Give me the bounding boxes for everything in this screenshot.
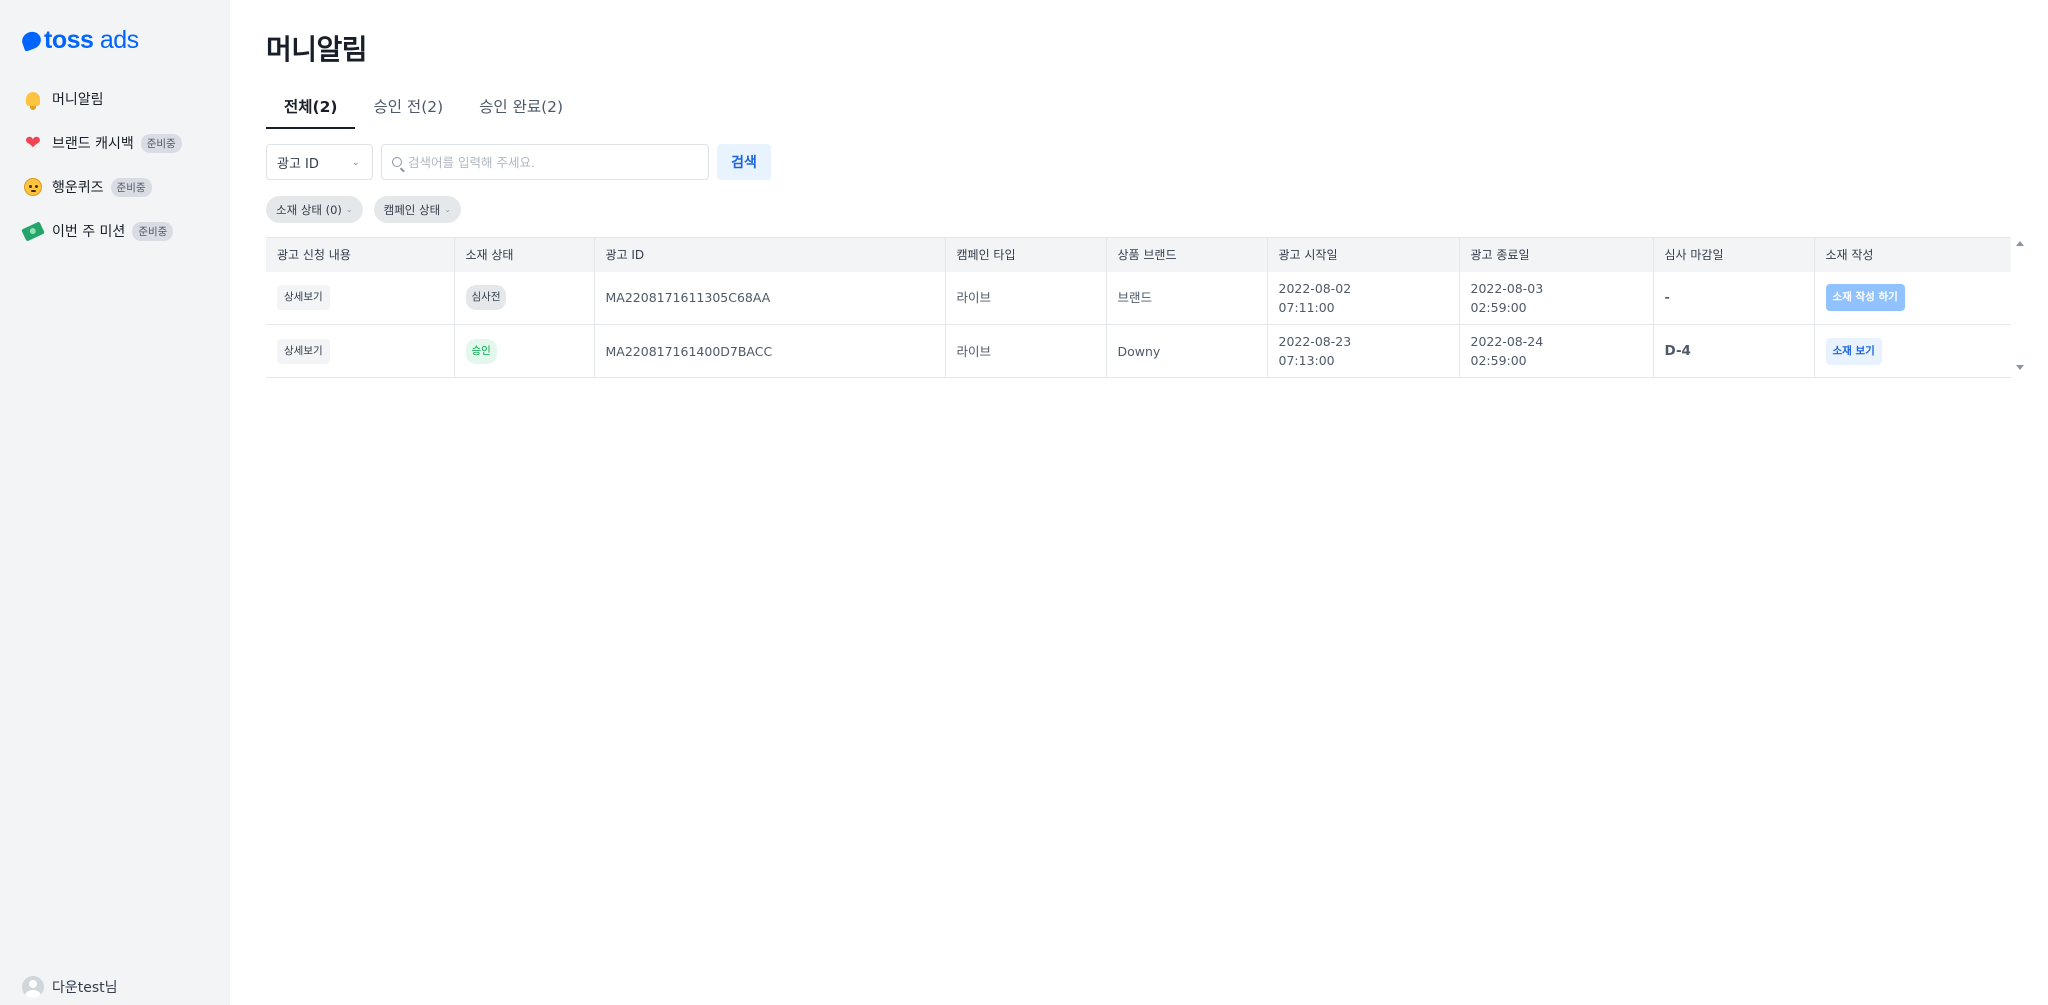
search-bar: 광고 ID ⌄ 검색 xyxy=(266,144,771,180)
chevron-down-icon: ⌄ xyxy=(345,205,353,214)
search-button[interactable]: 검색 xyxy=(717,144,771,180)
filter-chips: 소재 상태 (0) ⌄ 캠페인 상태 ⌄ xyxy=(266,196,461,223)
smile-face-icon xyxy=(22,176,44,198)
end-date: 2022-08-24 xyxy=(1470,334,1544,349)
cell-action: 소재 보기 xyxy=(1814,324,2011,378)
status-badge: 승인 xyxy=(465,338,497,364)
filter-material-status[interactable]: 소재 상태 (0) ⌄ xyxy=(266,196,363,223)
column-header: 광고 종료일 xyxy=(1459,237,1654,272)
sidebar-item-label: 행운퀴즈 xyxy=(52,180,104,196)
cell-campaign-type: 라이브 xyxy=(945,271,1107,325)
column-header: 상품 브랜드 xyxy=(1106,237,1268,272)
cell-deadline: - xyxy=(1653,271,1815,325)
deadline-value: - xyxy=(1664,288,1670,307)
tab-approved[interactable]: 승인 완료(2) xyxy=(461,88,581,129)
chevron-down-icon: ⌄ xyxy=(351,156,360,168)
user-profile[interactable]: 다운test님 xyxy=(22,976,118,998)
status-badge: 심사전 xyxy=(465,285,507,311)
tab-all[interactable]: 전체(2) xyxy=(266,88,356,129)
start-date: 2022-08-02 xyxy=(1278,280,1352,296)
ads-table: 광고 신청 내용 소재 상태 광고 ID 캠페인 타입 상품 브랜드 광고 시작… xyxy=(266,237,2011,378)
search-field-value: 광고 ID xyxy=(277,156,319,172)
bell-icon xyxy=(22,88,44,110)
sidebar-item-label: 브랜드 캐시백 xyxy=(52,136,134,152)
column-header: 소재 작성 xyxy=(1814,237,2011,272)
search-icon xyxy=(392,157,402,167)
ads-table-container: 광고 신청 내용 소재 상태 광고 ID 캠페인 타입 상품 브랜드 광고 시작… xyxy=(266,237,2026,378)
sidebar-item-money-alarm[interactable]: 머니알림 xyxy=(22,77,222,121)
search-box[interactable] xyxy=(381,144,709,180)
cell-campaign-type: 라이브 xyxy=(945,324,1107,378)
sidebar-item-weekly-mission[interactable]: 이번 주 미션 준비중 xyxy=(21,209,222,253)
filter-campaign-status[interactable]: 캠페인 상태 ⌄ xyxy=(373,196,461,223)
cell-action: 소재 작성 하기 xyxy=(1814,271,2011,325)
cell-start: 2022-08-23 07:13:00 xyxy=(1267,324,1460,378)
table-row: 상세보기 승인 MA220817161400D7BACC 라이브 Downy 2… xyxy=(266,324,2011,378)
cell-end: 2022-08-24 02:59:00 xyxy=(1459,324,1654,378)
sidebar-item-brand-cashback[interactable]: ❤ 브랜드 캐시백 준비중 xyxy=(22,121,222,165)
logo[interactable]: toss ads xyxy=(19,25,139,54)
cell-brand: 브랜드 xyxy=(1106,271,1268,325)
cell-detail: 상세보기 xyxy=(266,271,455,325)
table-row: 상세보기 심사전 MA2208171611305C68AA 라이브 브랜드 20… xyxy=(266,271,2011,325)
avatar xyxy=(22,976,44,998)
preparing-badge: 준비중 xyxy=(132,221,174,241)
sidebar-item-label: 머니알림 xyxy=(52,92,104,108)
table-header-row: 광고 신청 내용 소재 상태 광고 ID 캠페인 타입 상품 브랜드 광고 시작… xyxy=(266,237,2011,272)
cell-status: 심사전 xyxy=(454,271,595,325)
column-header: 소재 상태 xyxy=(454,237,595,272)
scroll-down-icon[interactable] xyxy=(2016,365,2024,370)
column-header: 캠페인 타입 xyxy=(945,237,1107,272)
column-header: 광고 ID xyxy=(594,237,946,272)
filter-label: 소재 상태 (0) xyxy=(276,202,342,217)
view-material-button[interactable]: 소재 보기 xyxy=(1825,337,1882,365)
start-date: 2022-08-23 xyxy=(1278,334,1352,349)
deadline-value: D-4 xyxy=(1664,343,1691,359)
cell-detail: 상세보기 xyxy=(266,324,455,378)
sidebar: toss ads 머니알림 ❤ 브랜드 캐시백 준비중 행운퀴즈 준비중 이번 … xyxy=(0,0,230,1005)
sidebar-item-lucky-quiz[interactable]: 행운퀴즈 준비중 xyxy=(22,165,222,209)
cell-status: 승인 xyxy=(454,324,595,378)
cell-deadline: D-4 xyxy=(1653,324,1815,378)
search-input[interactable] xyxy=(408,154,698,170)
toss-logo-icon xyxy=(19,28,44,52)
money-icon xyxy=(21,220,45,242)
sidebar-nav: 머니알림 ❤ 브랜드 캐시백 준비중 행운퀴즈 준비중 이번 주 미션 준비중 xyxy=(21,77,222,253)
column-header: 광고 신청 내용 xyxy=(266,237,455,272)
chevron-down-icon: ⌄ xyxy=(444,205,451,214)
detail-button[interactable]: 상세보기 xyxy=(277,285,330,311)
cell-end: 2022-08-03 02:59:00 xyxy=(1459,271,1654,325)
cell-brand: Downy xyxy=(1106,324,1268,378)
scroll-up-icon[interactable] xyxy=(2016,241,2024,246)
cell-ad-id: MA220817161400D7BACC xyxy=(594,324,946,378)
end-time: 02:59:00 xyxy=(1470,299,1527,315)
detail-button[interactable]: 상세보기 xyxy=(277,338,330,364)
cell-ad-id: MA2208171611305C68AA xyxy=(594,271,946,325)
end-time: 02:59:00 xyxy=(1470,353,1527,368)
write-material-button[interactable]: 소재 작성 하기 xyxy=(1825,284,1905,312)
logo-text: toss ads xyxy=(44,25,139,54)
preparing-badge: 준비중 xyxy=(140,133,182,153)
sidebar-item-label: 이번 주 미션 xyxy=(52,224,126,240)
user-name: 다운test님 xyxy=(52,980,118,996)
start-time: 07:11:00 xyxy=(1278,299,1335,315)
search-field-select[interactable]: 광고 ID ⌄ xyxy=(266,144,373,180)
tab-before-approval[interactable]: 승인 전(2) xyxy=(355,88,461,129)
status-tabs: 전체(2) 승인 전(2) 승인 완료(2) xyxy=(266,88,581,129)
column-header: 광고 시작일 xyxy=(1267,237,1460,272)
preparing-badge: 준비중 xyxy=(110,177,152,197)
heart-icon: ❤ xyxy=(25,131,41,154)
page-title: 머니알림 xyxy=(266,33,368,66)
cell-start: 2022-08-02 07:11:00 xyxy=(1267,271,1460,325)
table-scrollbar[interactable] xyxy=(2014,237,2026,377)
start-time: 07:13:00 xyxy=(1278,353,1335,368)
column-header: 심사 마감일 xyxy=(1653,237,1815,272)
end-date: 2022-08-03 xyxy=(1470,280,1544,296)
filter-label: 캠페인 상태 xyxy=(383,202,441,217)
